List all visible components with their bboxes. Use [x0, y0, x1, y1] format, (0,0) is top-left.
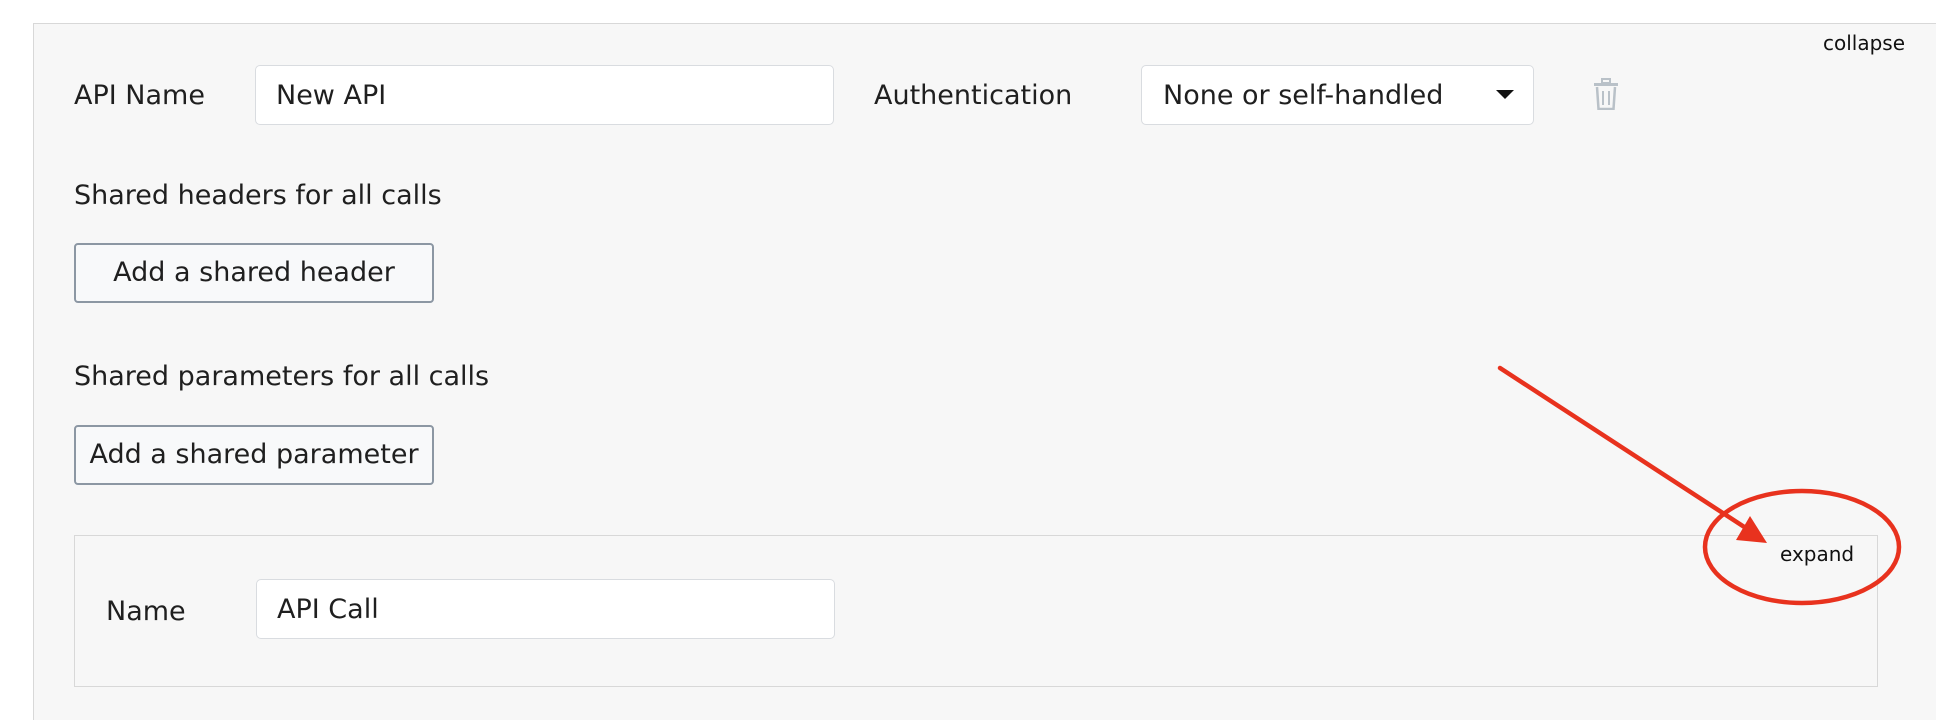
trash-icon[interactable]	[1593, 78, 1619, 110]
collapse-link[interactable]: collapse	[1823, 31, 1905, 55]
call-name-input[interactable]	[256, 579, 835, 639]
chevron-down-icon	[1496, 90, 1514, 99]
api-name-input[interactable]	[255, 65, 834, 125]
add-shared-header-button[interactable]: Add a shared header	[74, 243, 434, 303]
api-name-label: API Name	[74, 80, 205, 111]
shared-headers-heading: Shared headers for all calls	[74, 180, 442, 211]
call-name-label: Name	[106, 596, 186, 627]
shared-parameters-heading: Shared parameters for all calls	[74, 361, 490, 392]
authentication-select-value: None or self-handled	[1163, 80, 1444, 111]
authentication-select[interactable]: None or self-handled	[1141, 65, 1534, 125]
add-shared-parameter-button[interactable]: Add a shared parameter	[74, 425, 434, 485]
expand-link[interactable]: expand	[1780, 542, 1854, 566]
authentication-label: Authentication	[874, 80, 1073, 111]
